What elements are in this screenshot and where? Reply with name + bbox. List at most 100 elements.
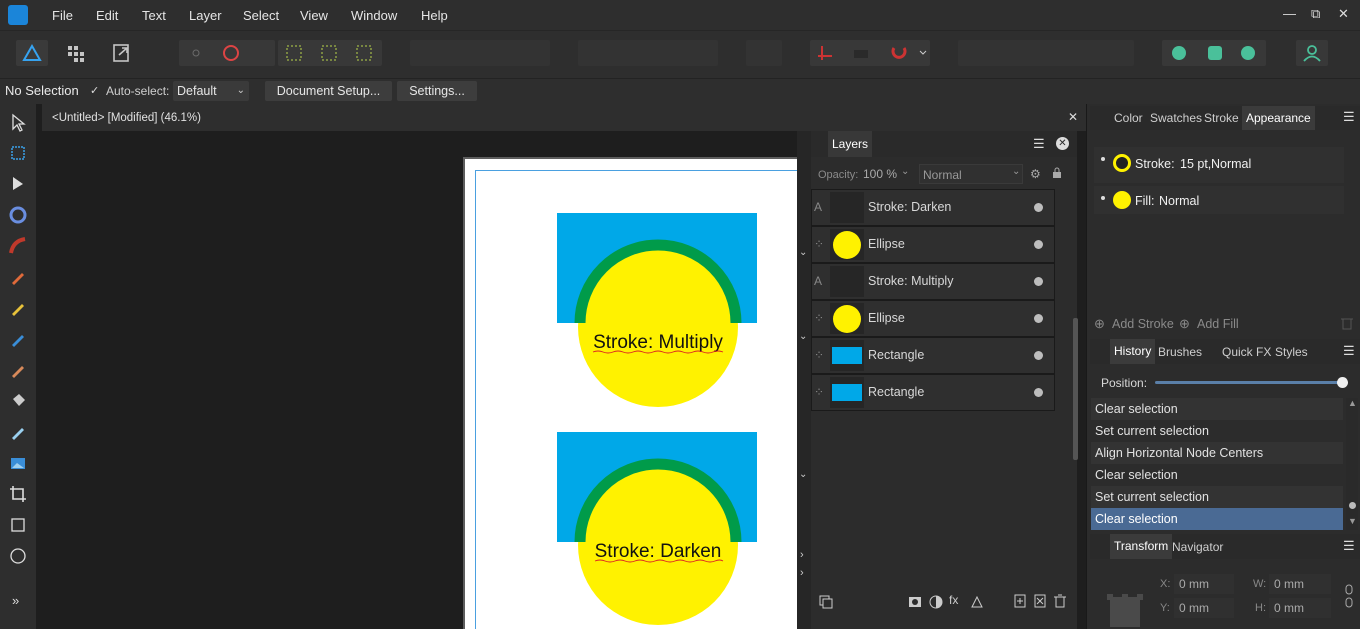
menu-select[interactable]: Select xyxy=(243,8,279,23)
add-fill-button[interactable]: Add Fill xyxy=(1197,317,1239,331)
rectangle-tool-icon[interactable] xyxy=(8,515,28,535)
fill-swatch-icon[interactable] xyxy=(1112,190,1132,210)
node-tool-icon[interactable] xyxy=(8,174,28,194)
h-field[interactable]: 0 mm xyxy=(1269,598,1331,618)
paint-brush-icon[interactable] xyxy=(8,360,28,380)
history-entry[interactable]: Set current selection xyxy=(1091,420,1343,442)
document-setup-button[interactable]: Document Setup... xyxy=(265,81,392,101)
account-button[interactable] xyxy=(1296,40,1328,66)
link-proportions-icon[interactable] xyxy=(1344,584,1354,608)
effects-icon[interactable] xyxy=(970,595,984,609)
panel-menu-icon[interactable]: ☰ xyxy=(1343,538,1355,554)
close-window-button[interactable]: ✕ xyxy=(1338,6,1349,22)
auto-select-checkbox[interactable]: ✓ xyxy=(90,84,102,97)
chevron-down-icon[interactable]: ⌄ xyxy=(901,166,909,177)
menu-edit[interactable]: Edit xyxy=(96,8,118,23)
pixel-persona-button[interactable] xyxy=(60,40,92,66)
history-entry-selected[interactable]: Clear selection xyxy=(1091,508,1343,530)
close-panel-icon[interactable]: ✕ xyxy=(1056,137,1069,150)
corner-tool-icon[interactable] xyxy=(8,205,28,225)
crop-tool-icon[interactable] xyxy=(8,484,28,504)
tab-navigator[interactable]: Navigator xyxy=(1172,540,1223,554)
layer-row[interactable]: ⁘ Ellipse xyxy=(811,226,1055,263)
maximize-button[interactable]: ⧉ xyxy=(1311,6,1320,22)
layer-row[interactable]: A Stroke: Multiply xyxy=(811,263,1055,300)
tab-stroke[interactable]: Stroke xyxy=(1204,111,1239,125)
settings-button[interactable]: Settings... xyxy=(397,81,477,101)
layer-row[interactable]: ⁘ Rectangle xyxy=(811,374,1055,411)
insert-group[interactable] xyxy=(958,40,1134,66)
shape-group-darken[interactable]: Stroke: Darken xyxy=(557,432,757,625)
export-persona-button[interactable] xyxy=(106,40,138,66)
brush-tool-icon[interactable] xyxy=(8,329,28,349)
snapping-options-group[interactable] xyxy=(278,40,382,66)
tab-history[interactable]: History xyxy=(1110,339,1156,364)
transparency-tool-icon[interactable] xyxy=(8,422,28,442)
live-filter-icon[interactable]: fx xyxy=(949,593,958,607)
view-mode-group[interactable] xyxy=(179,40,275,66)
scroll-down-icon[interactable]: ▼ xyxy=(1348,516,1357,526)
shape-label[interactable]: Stroke: Darken xyxy=(595,541,722,562)
tab-styles[interactable]: Styles xyxy=(1275,345,1308,359)
appearance-fill-row[interactable]: Fill: Normal xyxy=(1094,186,1344,214)
blend-mode-dropdown[interactable]: Normal ⌄ xyxy=(919,164,1023,184)
layers-options-icon[interactable] xyxy=(819,595,833,609)
tab-brushes[interactable]: Brushes xyxy=(1158,345,1202,359)
pencil-tool-icon[interactable] xyxy=(8,298,28,318)
add-stroke-button[interactable]: Add Stroke xyxy=(1112,317,1174,331)
menu-layer[interactable]: Layer xyxy=(189,8,222,23)
trash-icon[interactable] xyxy=(1053,594,1067,608)
fill-blend-mode[interactable]: Normal xyxy=(1159,194,1199,208)
tab-swatches[interactable]: Swatches xyxy=(1150,111,1202,125)
add-layer-icon[interactable] xyxy=(1013,594,1027,608)
visibility-toggle-icon[interactable] xyxy=(1034,351,1043,360)
vector-brush-icon[interactable] xyxy=(8,267,28,287)
menu-window[interactable]: Window xyxy=(351,8,397,23)
menu-file[interactable]: File xyxy=(52,8,73,23)
layer-row[interactable]: A Stroke: Darken xyxy=(811,189,1055,226)
panel-menu-icon[interactable]: ☰ xyxy=(1343,109,1355,125)
stroke-swatch-icon[interactable] xyxy=(1112,153,1132,173)
visibility-toggle-icon[interactable] xyxy=(1034,314,1043,323)
history-slider-knob[interactable] xyxy=(1337,377,1348,388)
layer-row[interactable]: ⁘ Ellipse xyxy=(811,300,1055,337)
trash-icon[interactable] xyxy=(1341,316,1353,330)
place-image-icon[interactable] xyxy=(8,453,28,473)
tab-transform[interactable]: Transform xyxy=(1110,534,1173,559)
pen-tool-icon[interactable] xyxy=(8,236,28,256)
chevron-down-icon[interactable]: ⌄ xyxy=(799,469,807,480)
color-group[interactable] xyxy=(1162,40,1266,66)
shape-group-multiply[interactable]: Stroke: Multiply xyxy=(557,213,757,407)
stroke-blend-mode[interactable]: Normal xyxy=(1211,157,1251,171)
menu-text[interactable]: Text xyxy=(142,8,166,23)
layers-scrollbar[interactable] xyxy=(1073,318,1078,460)
history-entry[interactable]: Set current selection xyxy=(1091,486,1343,508)
panel-menu-icon[interactable]: ☰ xyxy=(1033,136,1045,152)
y-field[interactable]: 0 mm xyxy=(1174,598,1234,618)
document-tab[interactable]: <Untitled> [Modified] (46.1%) ✕ xyxy=(42,104,1086,131)
mask-icon[interactable] xyxy=(908,595,922,609)
visibility-toggle-icon[interactable] xyxy=(1034,203,1043,212)
history-entry[interactable]: Clear selection xyxy=(1091,398,1343,420)
scroll-thumb[interactable] xyxy=(1349,502,1356,509)
more-tools-icon[interactable]: » xyxy=(12,593,19,608)
anchor-point-icon[interactable] xyxy=(1107,594,1143,629)
minimize-button[interactable]: — xyxy=(1283,6,1296,21)
panel-menu-icon[interactable]: ☰ xyxy=(1343,343,1355,359)
w-field[interactable]: 0 mm xyxy=(1269,574,1331,594)
visibility-toggle-icon[interactable] xyxy=(1034,277,1043,286)
tab-appearance[interactable]: Appearance xyxy=(1242,106,1315,130)
tab-layers[interactable]: Layers xyxy=(828,131,873,157)
close-document-button[interactable]: ✕ xyxy=(1068,110,1078,124)
tab-color[interactable]: Color xyxy=(1114,111,1143,125)
stroke-value[interactable]: 15 pt, xyxy=(1180,157,1211,171)
menu-view[interactable]: View xyxy=(300,8,328,23)
lock-icon[interactable] xyxy=(1052,167,1062,179)
visibility-toggle-icon[interactable] xyxy=(1034,240,1043,249)
gear-icon[interactable]: ⚙ xyxy=(1030,167,1041,181)
snapping-group[interactable] xyxy=(810,40,930,66)
auto-select-dropdown[interactable]: Default ⌄ xyxy=(173,81,249,101)
adjustment-icon[interactable] xyxy=(929,595,943,609)
history-entry[interactable]: Clear selection xyxy=(1091,464,1343,486)
chevron-right-icon[interactable]: › xyxy=(800,549,804,561)
